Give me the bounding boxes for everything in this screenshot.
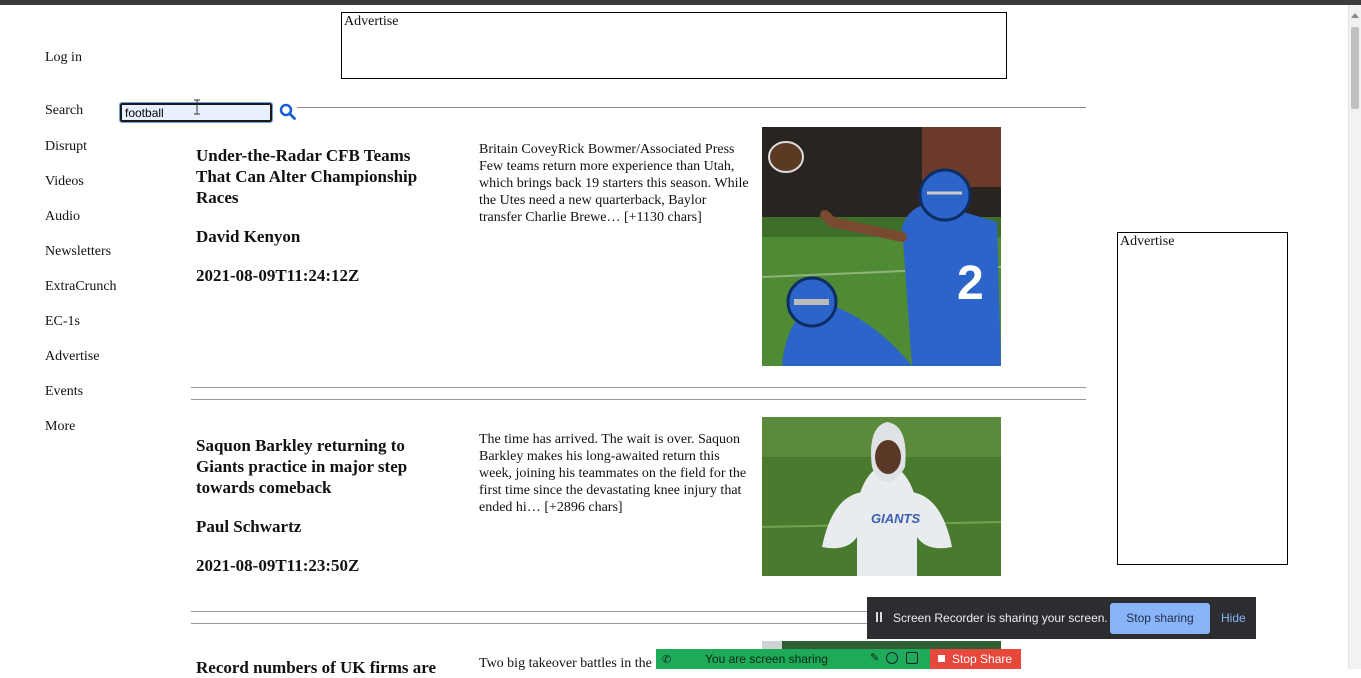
mic-muted-icon[interactable]: ✎ (870, 651, 879, 664)
nav-item-more[interactable]: More (45, 418, 117, 453)
text-cursor-icon (194, 99, 200, 115)
hide-button[interactable]: Hide (1221, 611, 1246, 625)
jersey-number: 2 (957, 257, 984, 310)
shield-icon[interactable] (906, 652, 918, 664)
stop-icon (938, 655, 945, 662)
nav-item-disrupt[interactable]: Disrupt (45, 138, 117, 173)
stop-sharing-button[interactable]: Stop sharing (1110, 603, 1210, 634)
screen-recorder-banner: Screen Recorder is sharing your screen. … (867, 597, 1256, 639)
share-message: You are screen sharing (705, 652, 828, 666)
scroll-up-arrow-icon[interactable] (1351, 13, 1359, 18)
ad-label: Advertise (1120, 234, 1175, 249)
camera-icon[interactable] (886, 652, 898, 664)
scroll-thumb[interactable] (1351, 27, 1359, 109)
article-description: Britain CoveyRick Bowmer/Associated Pres… (479, 142, 749, 225)
ad-banner-top[interactable]: Advertise (341, 12, 1007, 79)
pause-icon[interactable] (876, 612, 882, 622)
ad-sidebar-right[interactable]: Advertise (1117, 232, 1288, 565)
stop-share-button[interactable]: Stop Share (930, 649, 1021, 669)
nav-item-videos[interactable]: Videos (45, 173, 117, 208)
ad-label: Advertise (344, 14, 399, 29)
article-date: 2021-08-09T11:23:50Z (196, 556, 360, 575)
search-icon[interactable] (279, 103, 297, 121)
phone-icon: ✆ (662, 654, 672, 666)
article-title[interactable]: Saquon Barkley returning to Giants pract… (196, 435, 446, 498)
page-scrollbar[interactable] (1348, 5, 1361, 669)
article-description: The time has arrived. The wait is over. … (479, 432, 747, 515)
nav-item-newsletters[interactable]: Newsletters (45, 243, 117, 278)
login-link[interactable]: Log in (45, 50, 82, 66)
header-divider (297, 107, 1086, 108)
nav-item-extracrunch[interactable]: ExtraCrunch (45, 278, 117, 313)
browser-top-strip (0, 0, 1361, 5)
nav-item-audio[interactable]: Audio (45, 208, 117, 243)
nav-item-advertise[interactable]: Advertise (45, 348, 117, 383)
nav-item-events[interactable]: Events (45, 383, 117, 418)
screen-share-status: ✆ You are screen sharing ✎ (656, 649, 930, 669)
article-date: 2021-08-09T11:24:12Z (196, 266, 360, 285)
article-author: Paul Schwartz (196, 517, 302, 536)
stop-share-label: Stop Share (952, 652, 1013, 666)
recorder-message: Screen Recorder is sharing your screen. (893, 611, 1108, 625)
shirt-text: GIANTS (871, 511, 920, 526)
article-image-football-quarterback[interactable]: 2 (762, 127, 1001, 366)
article-title[interactable]: Record numbers of UK firms are (196, 657, 466, 678)
article-image-player-hoodie[interactable]: GIANTS (762, 417, 1001, 576)
article-divider (191, 387, 1086, 400)
article-author: David Kenyon (196, 227, 301, 246)
search-label: Search (45, 103, 84, 118)
screen-share-bar: ✆ You are screen sharing ✎ Stop Share (656, 649, 1021, 669)
main-nav: Disrupt Videos Audio Newsletters ExtraCr… (45, 138, 117, 453)
nav-item-ec1s[interactable]: EC-1s (45, 313, 117, 348)
article-title[interactable]: Under-the-Radar CFB Teams That Can Alter… (196, 145, 446, 208)
